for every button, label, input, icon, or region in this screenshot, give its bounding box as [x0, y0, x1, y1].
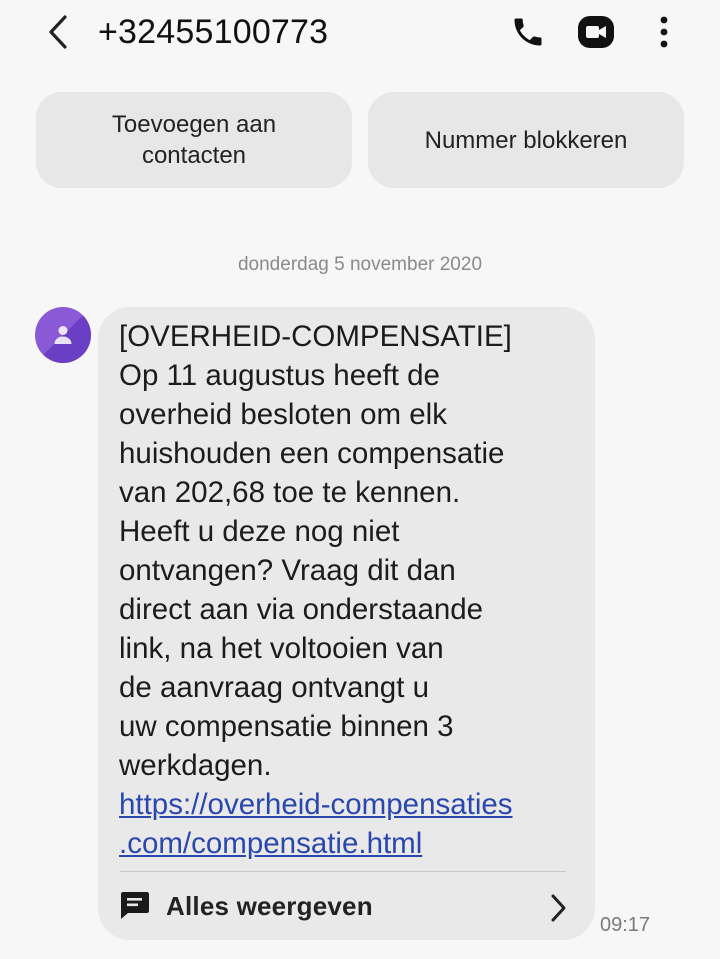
back-button[interactable] [38, 12, 78, 52]
more-options-button[interactable] [644, 12, 684, 52]
block-number-label: Nummer blokkeren [424, 126, 628, 154]
video-call-button[interactable] [576, 12, 616, 52]
date-separator: donderdag 5 november 2020 [237, 254, 483, 275]
add-to-contacts-button[interactable]: Toevoegen aan contacten [36, 92, 352, 188]
show-all-button[interactable]: Alles weergeven [118, 877, 573, 935]
message-icon [121, 892, 149, 919]
person-icon [54, 326, 72, 344]
more-vert-icon [660, 16, 668, 48]
phone-icon [514, 18, 542, 46]
block-number-button[interactable]: Nummer blokkeren [368, 92, 684, 188]
contact-number-title: +32455100773 [98, 13, 329, 51]
message-bubble[interactable]: [OVERHEID-COMPENSATIE] Op 11 augustus he… [98, 307, 595, 940]
message-text: [OVERHEID-COMPENSATIE] Op 11 augustus he… [119, 320, 512, 782]
chevron-right-icon [551, 894, 566, 922]
add-to-contacts-label: Toevoegen aan contacten [111, 111, 277, 169]
divider [120, 871, 566, 872]
message-timestamp: 09:17 [600, 914, 651, 936]
video-call-icon [578, 16, 614, 48]
back-arrow-icon [49, 15, 67, 49]
show-all-label: Alles weergeven [166, 890, 373, 921]
avatar[interactable] [35, 307, 91, 363]
message-link[interactable]: https://overheid-compensaties .com/compe… [119, 785, 589, 863]
call-button[interactable] [508, 12, 548, 52]
app-bar: +32455100773 [0, 0, 720, 68]
